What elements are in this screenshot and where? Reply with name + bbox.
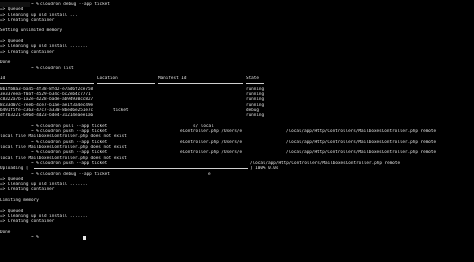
terminal-input-line[interactable]: ~ % — [0, 235, 474, 240]
terminal-window[interactable]: ~ % cloudron debug --app ticket => Queue… — [0, 0, 474, 262]
text-cursor — [83, 235, 86, 240]
progress-bar — [34, 168, 248, 170]
prompt: ~ % — [31, 235, 42, 241]
